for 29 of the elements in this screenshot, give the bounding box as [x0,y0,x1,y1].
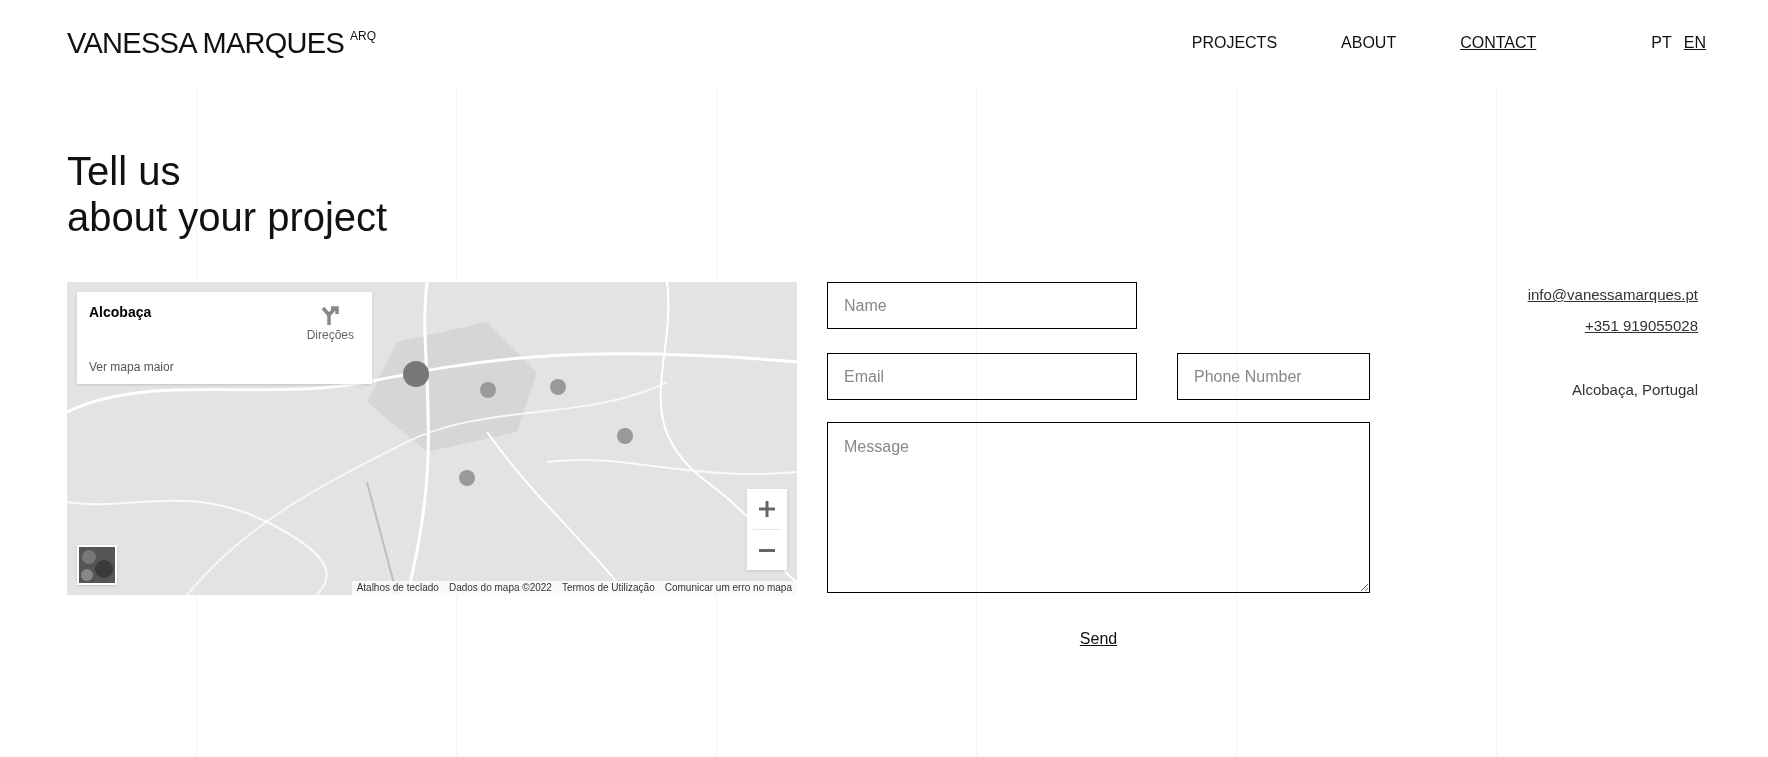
map-attribution-link[interactable]: Termos de Utilização [556,581,660,595]
input-field[interactable]: Name [827,282,1137,329]
map[interactable]: Alcobaça Direções Ver mapa maior Atalhos de teclado Dados do mapa ©2022 Termos de Utilização Comunicar um erro no mapa [67,282,797,595]
plus-icon [758,500,776,518]
location-text: Alcobaça, Portugal [1572,380,1698,400]
language-link[interactable]: EN [1683,31,1706,55]
larger-map-link[interactable]: Ver mapa maior [89,358,360,376]
map-attribution-link[interactable]: Dados do mapa ©2022 [443,581,557,595]
brand-name[interactable]: VANESSA MARQUES [67,28,345,58]
nav-link[interactable]: CONTACT [1460,31,1537,55]
nav-link[interactable]: ABOUT [1341,31,1397,55]
map-attribution-link[interactable]: Atalhos de teclado [351,581,444,595]
satellite-toggle[interactable] [77,545,117,585]
nav-link[interactable]: PROJECTS [1191,31,1278,55]
heading-line: Tell us [67,148,181,194]
place-title: Alcobaça [89,303,152,322]
language-link[interactable]: PT [1651,31,1672,55]
brand-suffix: ARQ [350,27,377,45]
message-field[interactable]: Message [827,422,1370,593]
send-button[interactable]: Send [1079,627,1118,651]
email-link[interactable]: info@vanessamarques.pt [1527,284,1698,307]
phone-link[interactable]: +351 919055028 [1584,314,1698,337]
minus-icon [758,548,776,552]
directions-link[interactable]: Direções [306,304,354,344]
map-attribution-link[interactable]: Comunicar um erro no mapa [659,581,797,595]
heading-line: about your project [67,194,388,240]
input-field[interactable]: Phone Number [1177,353,1370,400]
directions-icon [319,304,342,326]
input-field[interactable]: Email [827,353,1137,400]
